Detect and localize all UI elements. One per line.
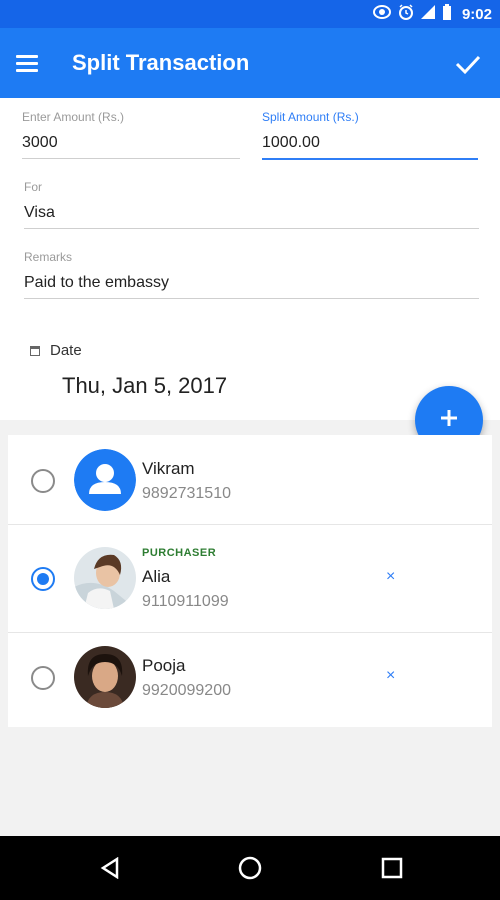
alarm-icon xyxy=(398,3,414,25)
navigation-bar xyxy=(0,836,500,900)
enter-amount-input[interactable]: 3000 xyxy=(22,134,240,152)
list-item[interactable]: PURCHASER Alia 9110911099 × xyxy=(8,533,492,631)
app-bar: Split Transaction xyxy=(0,28,500,98)
battery-icon xyxy=(442,3,452,25)
split-amount-field[interactable]: Split Amount (Rs.) 1000.00 xyxy=(262,110,478,160)
split-amount-input[interactable]: 1000.00 xyxy=(262,134,478,152)
for-label: For xyxy=(24,180,42,194)
date-label-row: Date xyxy=(30,342,82,359)
menu-icon[interactable] xyxy=(16,47,50,79)
person-radio-vikram[interactable] xyxy=(31,469,55,493)
home-icon[interactable] xyxy=(230,850,270,886)
date-picker[interactable]: Thu, Jan 5, 2017 xyxy=(62,373,227,399)
avatar xyxy=(74,547,136,609)
plus-icon xyxy=(438,407,460,434)
split-amount-label: Split Amount (Rs.) xyxy=(262,110,359,124)
person-name: Vikram xyxy=(142,459,195,478)
transaction-form: Enter Amount (Rs.) 3000 Split Amount (Rs… xyxy=(0,98,500,420)
person-radio-alia[interactable] xyxy=(31,567,55,591)
avatar xyxy=(74,646,136,708)
status-icons: 9:02 xyxy=(372,0,492,28)
avatar xyxy=(74,449,136,511)
remove-person-button[interactable]: × xyxy=(386,667,395,685)
for-input[interactable]: Visa xyxy=(24,204,479,222)
remove-person-button[interactable]: × xyxy=(386,568,395,586)
remarks-label: Remarks xyxy=(24,250,73,264)
calendar-icon xyxy=(30,345,40,356)
enter-amount-underline xyxy=(22,158,240,159)
recents-icon[interactable] xyxy=(372,850,412,886)
divider xyxy=(8,524,492,525)
list-item[interactable]: Vikram 9892731510 xyxy=(8,435,492,533)
person-phone: 9110911099 xyxy=(142,593,229,610)
person-name: Alia xyxy=(142,567,171,586)
person-radio-pooja[interactable] xyxy=(31,666,55,690)
check-icon[interactable] xyxy=(452,48,484,80)
page-title: Split Transaction xyxy=(72,50,250,75)
for-field[interactable]: For Visa xyxy=(24,180,479,229)
remarks-input[interactable]: Paid to the embassy xyxy=(24,274,479,292)
status-time: 9:02 xyxy=(461,5,492,23)
signal-icon xyxy=(420,4,436,25)
list-item[interactable]: Pooja 9920099200 × xyxy=(8,632,492,730)
person-phone: 9920099200 xyxy=(142,682,231,699)
for-underline xyxy=(24,228,479,229)
person-phone: 9892731510 xyxy=(142,485,231,502)
enter-amount-label: Enter Amount (Rs.) xyxy=(22,110,125,124)
data-saver-icon xyxy=(372,4,392,25)
enter-amount-field[interactable]: Enter Amount (Rs.) 3000 xyxy=(22,110,240,159)
remarks-field[interactable]: Remarks Paid to the embassy xyxy=(24,250,479,299)
status-bar: 9:02 xyxy=(0,0,500,28)
back-icon[interactable] xyxy=(90,850,130,886)
person-name: Pooja xyxy=(142,656,186,675)
remarks-underline xyxy=(24,298,479,299)
purchaser-badge: PURCHASER xyxy=(142,547,217,559)
date-label: Date xyxy=(50,342,82,359)
people-list: Vikram 9892731510 PURCHASER Alia 9110911… xyxy=(8,435,492,727)
split-amount-underline xyxy=(262,158,478,160)
